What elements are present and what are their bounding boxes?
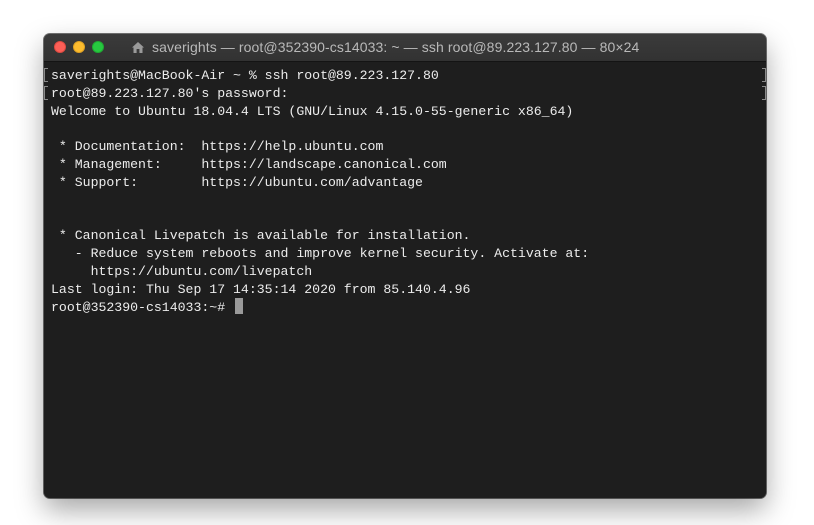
window-title: saverights — root@352390-cs14033: ~ — ss…: [152, 39, 640, 55]
minimize-window-button[interactable]: [73, 41, 85, 53]
terminal-window: saverights — root@352390-cs14033: ~ — ss…: [44, 34, 766, 498]
mark-bracket-left-icon: [44, 68, 48, 82]
terminal-prompt-line[interactable]: root@352390-cs14033:~#: [51, 298, 589, 316]
terminal-line-welcome: Welcome to Ubuntu 18.04.4 LTS (GNU/Linux…: [51, 103, 574, 119]
text-cursor: [235, 298, 244, 315]
terminal-line-livepatch-url: https://ubuntu.com/livepatch: [51, 263, 313, 279]
terminal-line-ssh-command: saverights@MacBook-Air ~ % ssh root@89.2…: [51, 68, 439, 83]
zoom-window-button[interactable]: [92, 41, 104, 53]
mark-bracket-right-icon: [762, 68, 766, 82]
terminal-line-support: * Support: https://ubuntu.com/advantage: [51, 174, 423, 190]
mark-bracket-left-icon: [44, 86, 48, 100]
terminal-content[interactable]: saverights@MacBook-Air ~ % ssh root@89.2…: [44, 62, 766, 498]
terminal-line-livepatch: * Canonical Livepatch is available for i…: [51, 228, 471, 244]
terminal-line-livepatch-hint: - Reduce system reboots and improve kern…: [51, 245, 590, 261]
mark-bracket-right-icon: [762, 86, 766, 100]
close-window-button[interactable]: [54, 41, 66, 53]
terminal-line-last-login: Last login: Thu Sep 17 14:35:14 2020 fro…: [51, 281, 471, 297]
terminal-line-password-prompt: root@89.223.127.80's password:: [51, 85, 289, 101]
terminal-output: saverights@MacBook-Air ~ % ssh root@89.2…: [51, 67, 589, 316]
home-folder-icon[interactable]: [131, 41, 145, 54]
terminal-line-documentation: * Documentation: https://help.ubuntu.com: [51, 139, 384, 155]
desktop-background: saverights — root@352390-cs14033: ~ — ss…: [0, 0, 814, 525]
shell-prompt: root@352390-cs14033:~#: [51, 300, 234, 316]
title-bar[interactable]: saverights — root@352390-cs14033: ~ — ss…: [44, 34, 766, 62]
terminal-line-management: * Management: https://landscape.canonica…: [51, 156, 447, 172]
